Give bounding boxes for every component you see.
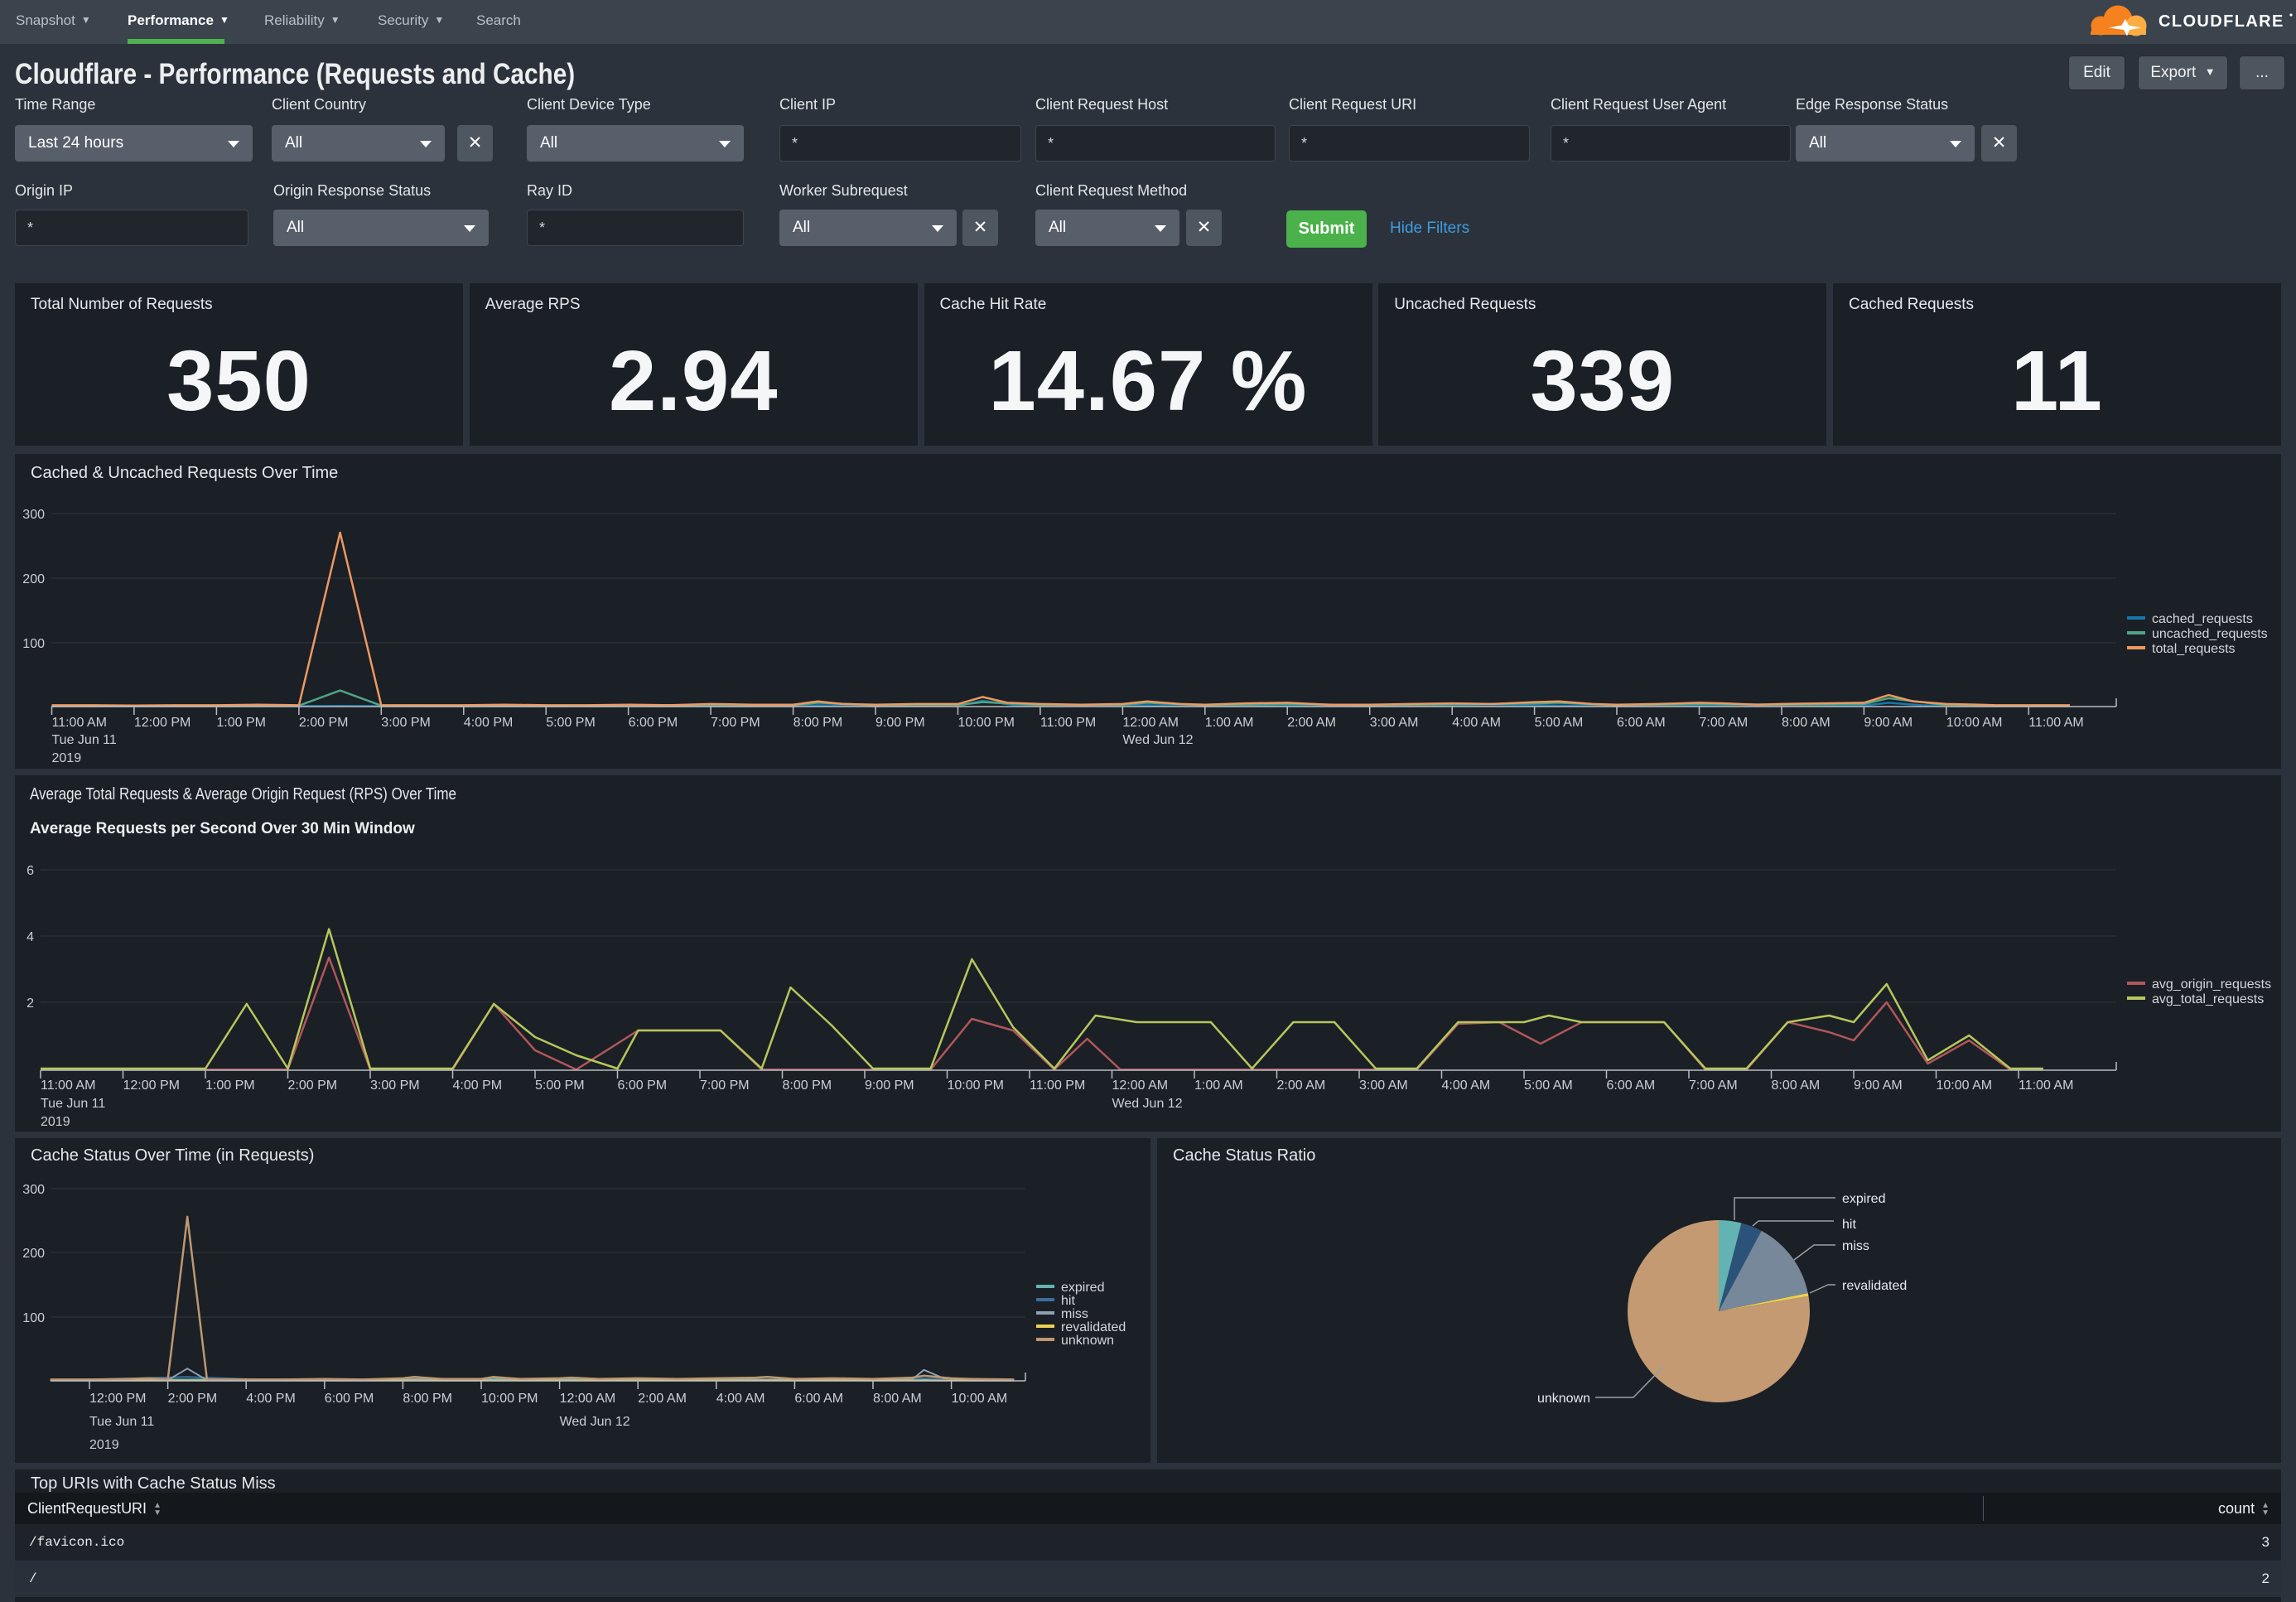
- svg-text:10:00 AM: 10:00 AM: [952, 1392, 1008, 1406]
- svg-text:10:00 PM: 10:00 PM: [958, 716, 1015, 730]
- svg-text:2:00 AM: 2:00 AM: [1287, 716, 1336, 730]
- svg-text:hit: hit: [1061, 1294, 1075, 1308]
- svg-text:Tue Jun 11: Tue Jun 11: [41, 1097, 105, 1111]
- svg-text:8:00 AM: 8:00 AM: [873, 1392, 922, 1406]
- svg-text:12:00 AM: 12:00 AM: [560, 1392, 616, 1406]
- svg-text:6:00 AM: 6:00 AM: [1607, 1078, 1656, 1093]
- svg-text:2:00 PM: 2:00 PM: [288, 1078, 338, 1093]
- svg-text:9:00 PM: 9:00 PM: [875, 716, 925, 730]
- svg-text:12:00 PM: 12:00 PM: [134, 716, 191, 730]
- svg-text:expired: expired: [1842, 1192, 1885, 1206]
- svg-text:7:00 AM: 7:00 AM: [1689, 1078, 1738, 1093]
- svg-text:8:00 PM: 8:00 PM: [403, 1392, 452, 1406]
- svg-text:10:00 AM: 10:00 AM: [1946, 716, 2003, 730]
- svg-text:2019: 2019: [41, 1115, 70, 1129]
- svg-text:unknown: unknown: [1061, 1334, 1114, 1348]
- svg-text:5:00 AM: 5:00 AM: [1535, 716, 1584, 730]
- svg-text:total_requests: total_requests: [2152, 642, 2236, 656]
- svg-text:2:00 PM: 2:00 PM: [168, 1392, 218, 1406]
- svg-text:8:00 PM: 8:00 PM: [783, 1078, 832, 1093]
- svg-text:9:00 AM: 9:00 AM: [1854, 1078, 1903, 1093]
- svg-text:6:00 AM: 6:00 AM: [794, 1392, 843, 1406]
- svg-text:unknown: unknown: [1537, 1392, 1590, 1406]
- svg-text:CLOUDFLARE: CLOUDFLARE: [2159, 12, 2284, 31]
- svg-text:4:00 PM: 4:00 PM: [246, 1392, 296, 1406]
- svg-text:4: 4: [27, 930, 34, 944]
- svg-text:Wed Jun 12: Wed Jun 12: [560, 1415, 630, 1429]
- svg-text:11:00 AM: 11:00 AM: [2028, 716, 2083, 730]
- svg-text:2:00 PM: 2:00 PM: [299, 716, 349, 730]
- svg-text:12:00 AM: 12:00 AM: [1112, 1078, 1169, 1093]
- svg-text:4:00 AM: 4:00 AM: [1452, 716, 1501, 730]
- svg-text:6:00 AM: 6:00 AM: [1617, 716, 1666, 730]
- svg-text:Wed Jun 12: Wed Jun 12: [1112, 1097, 1183, 1111]
- svg-text:300: 300: [22, 1183, 45, 1197]
- svg-text:100: 100: [22, 1311, 45, 1325]
- svg-text:7:00 PM: 7:00 PM: [700, 1078, 750, 1093]
- svg-text:10:00 PM: 10:00 PM: [948, 1078, 1004, 1093]
- svg-text:avg_total_requests: avg_total_requests: [2152, 992, 2264, 1006]
- svg-text:4:00 PM: 4:00 PM: [464, 716, 514, 730]
- svg-text:revalidated: revalidated: [1061, 1320, 1126, 1334]
- svg-text:hit: hit: [1842, 1218, 1856, 1232]
- svg-text:8:00 PM: 8:00 PM: [793, 716, 843, 730]
- svg-text:12:00 AM: 12:00 AM: [1122, 716, 1179, 730]
- svg-text:1:00 AM: 1:00 AM: [1205, 716, 1254, 730]
- svg-text:10:00 AM: 10:00 AM: [1937, 1078, 1993, 1093]
- svg-text:7:00 AM: 7:00 AM: [1700, 716, 1749, 730]
- svg-text:Tue Jun 11: Tue Jun 11: [52, 733, 117, 747]
- svg-text:2019: 2019: [89, 1438, 119, 1452]
- svg-text:miss: miss: [1842, 1239, 1869, 1253]
- svg-text:expired: expired: [1061, 1281, 1104, 1295]
- svg-text:2:00 AM: 2:00 AM: [1277, 1078, 1326, 1093]
- svg-text:6:00 PM: 6:00 PM: [618, 1078, 668, 1093]
- svg-text:300: 300: [22, 508, 45, 522]
- svg-text:7:00 PM: 7:00 PM: [711, 716, 760, 730]
- svg-text:cached_requests: cached_requests: [2152, 612, 2253, 626]
- svg-text:uncached_requests: uncached_requests: [2152, 627, 2268, 641]
- svg-text:5:00 PM: 5:00 PM: [546, 716, 596, 730]
- svg-text:3:00 AM: 3:00 AM: [1359, 1078, 1408, 1093]
- svg-text:3:00 AM: 3:00 AM: [1370, 716, 1419, 730]
- svg-text:12:00 PM: 12:00 PM: [123, 1078, 180, 1093]
- svg-text:revalidated: revalidated: [1842, 1279, 1907, 1293]
- svg-text:8:00 AM: 8:00 AM: [1782, 716, 1831, 730]
- svg-text:11:00 PM: 11:00 PM: [1030, 1078, 1085, 1093]
- svg-text:miss: miss: [1061, 1307, 1088, 1321]
- svg-text:200: 200: [22, 1247, 45, 1261]
- svg-text:11:00 AM: 11:00 AM: [52, 716, 107, 730]
- svg-text:12:00 PM: 12:00 PM: [89, 1392, 146, 1406]
- svg-text:9:00 PM: 9:00 PM: [865, 1078, 914, 1093]
- svg-text:200: 200: [22, 572, 45, 586]
- svg-text:5:00 PM: 5:00 PM: [535, 1078, 585, 1093]
- svg-text:1:00 AM: 1:00 AM: [1194, 1078, 1243, 1093]
- svg-text:4:00 AM: 4:00 AM: [1442, 1078, 1491, 1093]
- svg-text:2019: 2019: [52, 751, 82, 765]
- svg-text:2: 2: [27, 996, 34, 1011]
- svg-text:4:00 AM: 4:00 AM: [716, 1392, 765, 1406]
- svg-text:6:00 PM: 6:00 PM: [325, 1392, 374, 1406]
- svg-text:1:00 PM: 1:00 PM: [205, 1078, 255, 1093]
- svg-text:Wed Jun 12: Wed Jun 12: [1122, 733, 1193, 747]
- svg-text:9:00 AM: 9:00 AM: [1864, 716, 1913, 730]
- svg-text:11:00 AM: 11:00 AM: [2019, 1078, 2073, 1093]
- svg-text:5:00 AM: 5:00 AM: [1524, 1078, 1573, 1093]
- svg-text:10:00 PM: 10:00 PM: [481, 1392, 538, 1406]
- svg-text:3:00 PM: 3:00 PM: [381, 716, 431, 730]
- svg-text:1:00 PM: 1:00 PM: [216, 716, 266, 730]
- svg-text:3:00 PM: 3:00 PM: [370, 1078, 420, 1093]
- svg-text:6:00 PM: 6:00 PM: [629, 716, 678, 730]
- svg-text:Tue Jun 11: Tue Jun 11: [89, 1415, 154, 1429]
- svg-text:avg_origin_requests: avg_origin_requests: [2152, 977, 2271, 992]
- svg-text:4:00 PM: 4:00 PM: [453, 1078, 503, 1093]
- svg-text:8:00 AM: 8:00 AM: [1772, 1078, 1821, 1093]
- svg-text:2:00 AM: 2:00 AM: [638, 1392, 687, 1406]
- svg-text:11:00 AM: 11:00 AM: [41, 1078, 95, 1093]
- svg-text:100: 100: [22, 637, 45, 651]
- svg-text:11:00 PM: 11:00 PM: [1040, 716, 1096, 730]
- svg-text:6: 6: [27, 864, 34, 878]
